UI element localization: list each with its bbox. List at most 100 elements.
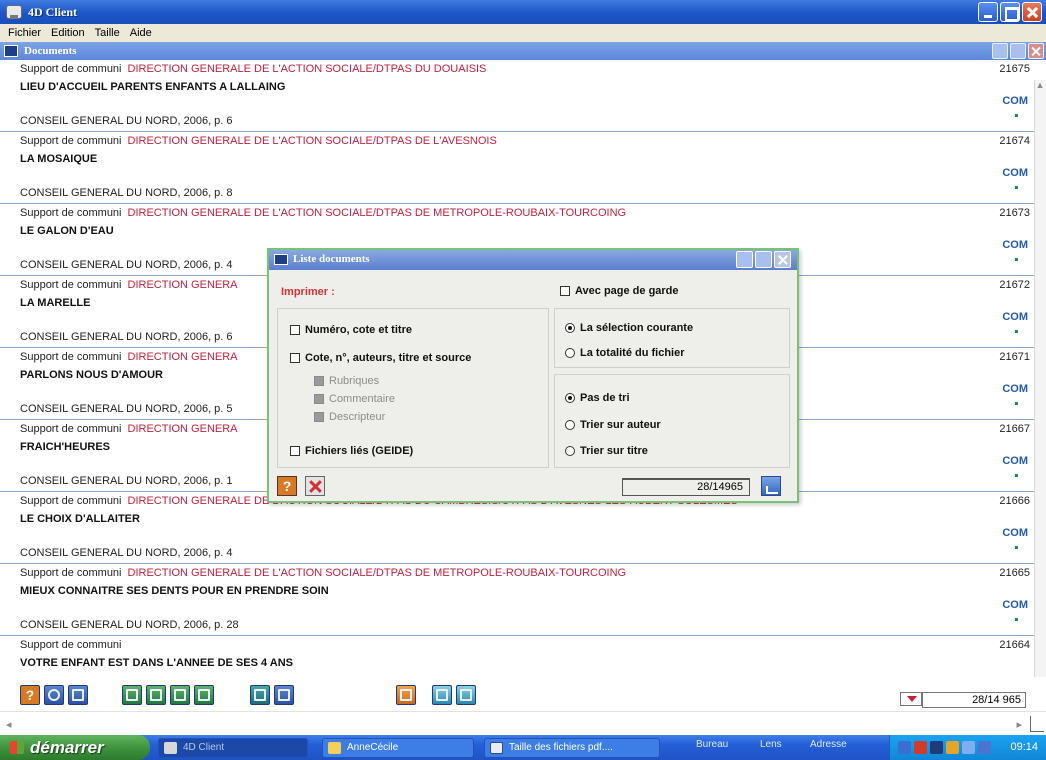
horizontal-scrollbar[interactable]: ◂ ▸	[0, 711, 1046, 735]
antivirus-icon[interactable]	[914, 741, 927, 754]
open-record-button[interactable]	[250, 685, 270, 705]
subwindow-controls	[992, 43, 1044, 59]
tray-app-icon[interactable]	[930, 741, 943, 754]
quicklink-bureau[interactable]: Bureau	[696, 739, 728, 750]
record-header: Support de communi	[20, 639, 122, 651]
radio-button[interactable]	[565, 420, 575, 430]
documents-window-bar[interactable]: Documents	[0, 42, 1046, 60]
dialog-close-button[interactable]	[774, 251, 791, 268]
taskbar-item-annececile[interactable]: AnneCécile	[322, 738, 474, 758]
record-type-code: COM	[1002, 455, 1028, 467]
trier-titre-radio[interactable]: Trier sur titre	[565, 445, 648, 457]
record-organization: DIRECTION GENERA	[127, 279, 238, 291]
record-type-code: COM	[1002, 311, 1028, 323]
taskbar-item-pdf-sizes[interactable]: Taille des fichiers pdf....	[484, 738, 660, 758]
network-icon[interactable]	[898, 741, 911, 754]
address-bar-label[interactable]: Adresse	[810, 739, 847, 750]
list-item[interactable]: Support de communi DIRECTION GENERALE DE …	[0, 132, 1034, 204]
record-title: PARLONS NOUS D'AMOUR	[20, 369, 163, 381]
checkbox-box[interactable]	[314, 376, 324, 386]
record-source: CONSEIL GENERAL DU NORD, 2006, p. 6	[20, 331, 233, 343]
4d-client-icon	[164, 742, 177, 754]
maximize-button[interactable]	[1000, 2, 1020, 22]
numero-cote-titre-checkbox[interactable]: Numéro, cote et titre	[290, 324, 412, 336]
checkbox-box[interactable]	[560, 286, 570, 296]
list-view-button[interactable]	[68, 685, 88, 705]
menu-edition[interactable]: Edition	[51, 27, 85, 39]
selection-courante-radio[interactable]: La sélection courante	[565, 322, 693, 334]
grid-view-button[interactable]	[396, 685, 416, 705]
descripteur-checkbox[interactable]: Descripteur	[314, 411, 385, 423]
dialog-maximize-button[interactable]	[755, 251, 772, 268]
menu-taille[interactable]: Taille	[95, 27, 120, 39]
subwindow-close-button[interactable]	[1028, 43, 1044, 59]
fichiers-lies-checkbox[interactable]: Fichiers liés (GEIDE)	[290, 445, 413, 457]
subwindow-maximize-button[interactable]	[1010, 43, 1026, 59]
vertical-scrollbar[interactable]	[1034, 80, 1046, 677]
list-item[interactable]: Support de communi DIRECTION GENERALE DE …	[0, 564, 1034, 636]
cote-auteurs-checkbox[interactable]: Cote, n°, auteurs, titre et source	[290, 352, 471, 364]
next-record-button[interactable]	[170, 685, 190, 705]
last-record-button[interactable]	[194, 685, 214, 705]
query-button[interactable]	[432, 685, 452, 705]
display-icon[interactable]	[962, 741, 975, 754]
radio-button[interactable]	[565, 348, 575, 358]
previous-record-button[interactable]	[146, 685, 166, 705]
dialog-titlebar[interactable]: Liste documents	[269, 250, 797, 270]
record-support: Support de communi	[20, 207, 122, 219]
pas-de-tri-radio[interactable]: Pas de tri	[565, 392, 630, 404]
checkbox-box[interactable]	[314, 394, 324, 404]
scroll-up-arrow-icon[interactable]: ▲	[1035, 80, 1045, 90]
sort-button[interactable]	[456, 685, 476, 705]
dialog-help-button[interactable]: ?	[277, 476, 297, 496]
record-support: Support de communi	[20, 351, 122, 363]
messenger-icon[interactable]	[946, 741, 959, 754]
scroll-left-arrow-icon[interactable]: ◂	[6, 718, 12, 731]
taskbar-item-label: 4D Client	[183, 742, 225, 753]
scroll-right-arrow-icon[interactable]: ▸	[1016, 718, 1022, 731]
volume-icon[interactable]	[978, 741, 991, 754]
record-header: Support de communi DIRECTION GENERALE DE …	[20, 135, 497, 147]
taskbar-item-4d-client[interactable]: 4D Client	[158, 738, 308, 758]
avec-page-de-garde-checkbox[interactable]: Avec page de garde	[560, 285, 679, 297]
settings-gear-button[interactable]	[44, 685, 64, 705]
documents-window-title: Documents	[24, 45, 77, 57]
start-button[interactable]: démarrer	[0, 735, 150, 760]
document-icon	[490, 742, 503, 754]
trier-auteur-radio[interactable]: Trier sur auteur	[565, 419, 661, 431]
record-title: MIEUX CONNAITRE SES DENTS POUR EN PRENDR…	[20, 585, 329, 597]
commentaire-checkbox[interactable]: Commentaire	[314, 393, 395, 405]
window-titlebar[interactable]: 4D Client	[0, 0, 1046, 24]
checkbox-box[interactable]	[290, 353, 300, 363]
checkbox-box[interactable]	[314, 412, 324, 422]
validate-button[interactable]	[761, 476, 781, 496]
radio-button[interactable]	[565, 393, 575, 403]
dialog-title: Liste documents	[293, 253, 370, 265]
cancel-print-button[interactable]	[305, 476, 325, 496]
close-button[interactable]	[1022, 2, 1042, 22]
radio-button[interactable]	[565, 446, 575, 456]
first-record-button[interactable]	[122, 685, 142, 705]
minimize-button[interactable]	[978, 2, 998, 22]
resize-grip-icon[interactable]	[1030, 716, 1044, 732]
record-number: 21674	[999, 135, 1030, 147]
dialog-minimize-button[interactable]	[736, 251, 753, 268]
help-button[interactable]: ?	[20, 685, 40, 705]
checkbox-box[interactable]	[290, 446, 300, 456]
list-item[interactable]: Support de communi DIRECTION GENERALE DE …	[0, 60, 1034, 132]
sort-direction-dropdown[interactable]	[900, 692, 922, 706]
checkbox-box[interactable]	[290, 325, 300, 335]
dialog-icon	[274, 254, 288, 265]
record-title: LA MARELLE	[20, 297, 91, 309]
save-record-button[interactable]	[274, 685, 294, 705]
subwindow-minimize-button[interactable]	[992, 43, 1008, 59]
menu-aide[interactable]: Aide	[130, 27, 152, 39]
quicklink-lens[interactable]: Lens	[760, 739, 782, 750]
next-record-icon	[174, 689, 186, 701]
list-item[interactable]: Support de communi VOTRE ENFANT EST DANS…	[0, 636, 1034, 676]
radio-button[interactable]	[565, 323, 575, 333]
record-organization: DIRECTION GENERA	[127, 423, 238, 435]
rubriques-checkbox[interactable]: Rubriques	[314, 375, 379, 387]
totalite-fichier-radio[interactable]: La totalité du fichier	[565, 347, 685, 359]
menu-fichier[interactable]: Fichier	[8, 27, 41, 39]
